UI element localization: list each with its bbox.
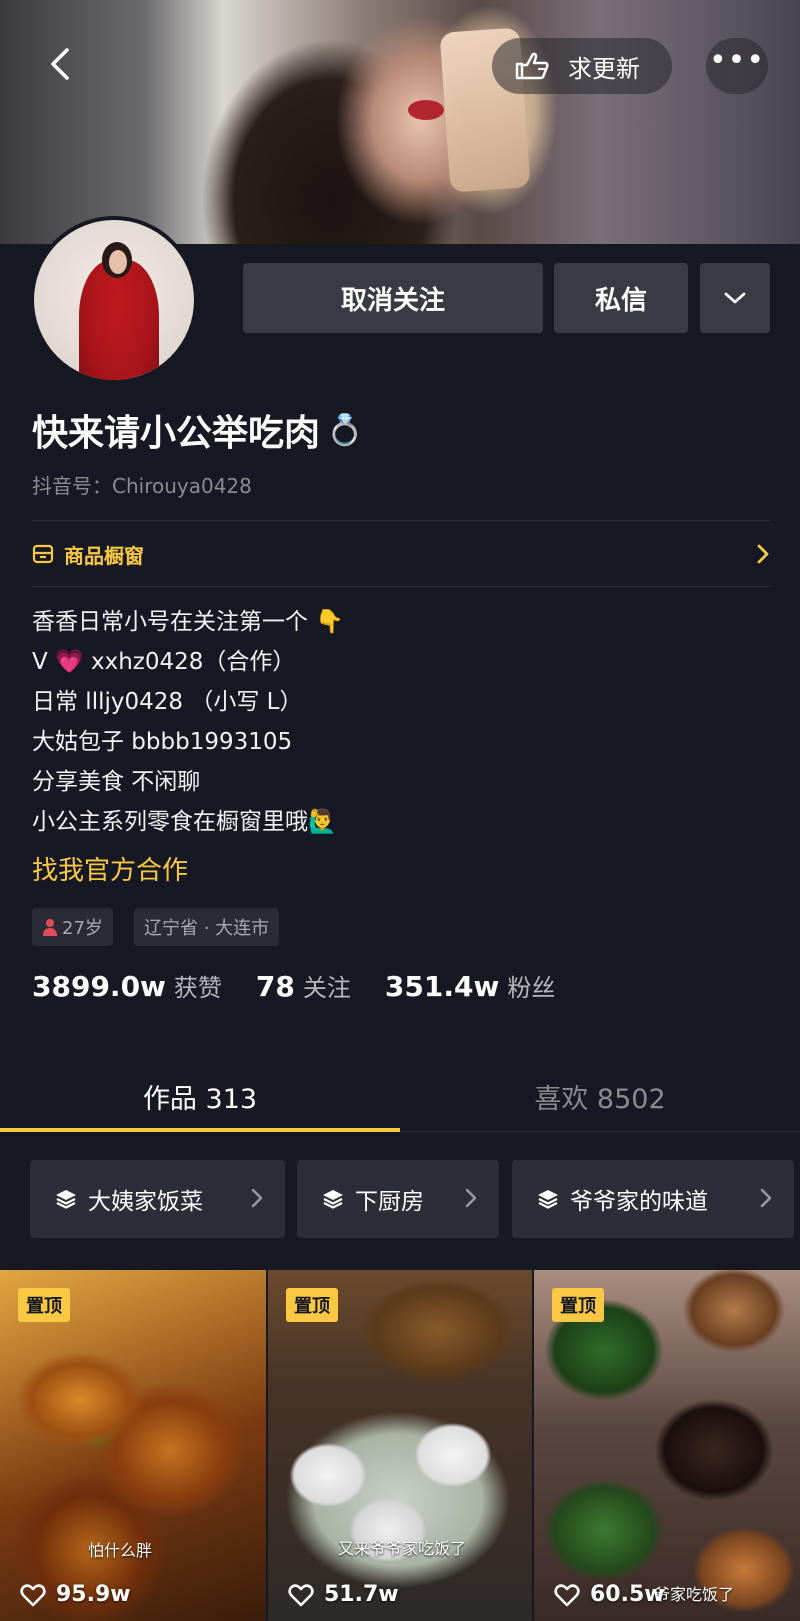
video-caption: 又来爷爷家吃饭了 bbox=[338, 1539, 467, 1558]
video-thumbnail[interactable]: 置顶 爷家吃饭了 60.5w bbox=[534, 1270, 800, 1621]
video-likes: 95.9w bbox=[20, 1582, 131, 1607]
person-icon bbox=[43, 919, 57, 936]
location-tag: 辽宁省 · 大连市 bbox=[134, 908, 280, 946]
unfollow-label: 取消关注 bbox=[340, 285, 445, 316]
collection-item[interactable]: 爷爷家的味道 bbox=[512, 1160, 794, 1238]
chevron-right-icon bbox=[251, 1188, 263, 1208]
age-tag: 27岁 bbox=[32, 908, 113, 946]
tab-works[interactable]: 作品 313 bbox=[0, 1062, 400, 1130]
collection-item[interactable]: 大姨家饭菜 bbox=[30, 1160, 285, 1238]
more-icon: ••• bbox=[708, 43, 766, 78]
unfollow-button[interactable]: 取消关注 bbox=[243, 263, 543, 333]
video-thumbnail[interactable]: 置顶 又来爷爷家吃饭了 51.7w bbox=[268, 1270, 532, 1621]
likes-count: 95.9w bbox=[56, 1582, 131, 1607]
followers-label[interactable]: 粉丝 bbox=[507, 968, 555, 1003]
profile-stats: 3899.0w 获赞 78 关注 351.4w 粉丝 bbox=[32, 968, 589, 1003]
heart-icon bbox=[288, 1583, 314, 1606]
chevron-right-icon bbox=[760, 1188, 772, 1208]
heart-icon bbox=[554, 1583, 580, 1606]
divider bbox=[32, 586, 770, 587]
pinned-badge: 置顶 bbox=[552, 1288, 604, 1322]
likes-count: 51.7w bbox=[324, 1582, 399, 1607]
heart-icon bbox=[20, 1583, 46, 1606]
bio-line: 大姑包子 bbbb1993105 bbox=[32, 729, 293, 755]
video-likes: 60.5w bbox=[554, 1582, 665, 1607]
more-button[interactable]: ••• bbox=[706, 38, 768, 94]
following-label[interactable]: 关注 bbox=[303, 968, 351, 1003]
content-tabs: 作品 313 喜欢 8502 bbox=[0, 1062, 800, 1132]
shop-window-link[interactable]: 商品橱窗 bbox=[32, 527, 770, 581]
bio-line: 小公主系列零食在橱窗里哦🙋‍♂️ bbox=[32, 809, 337, 835]
message-label: 私信 bbox=[594, 285, 647, 316]
likes-count: 60.5w bbox=[590, 1582, 665, 1607]
likes-label: 获赞 bbox=[173, 974, 222, 1002]
active-tab-indicator bbox=[0, 1128, 400, 1132]
request-update-label: 求更新 bbox=[568, 54, 640, 83]
video-caption: 怕什么胖 bbox=[88, 1541, 153, 1560]
ring-emoji: 💍 bbox=[326, 412, 364, 448]
pinned-badge: 置顶 bbox=[18, 1288, 70, 1322]
location-text: 辽宁省 · 大连市 bbox=[144, 918, 270, 939]
avatar-face bbox=[109, 250, 127, 274]
collection-label: 下厨房 bbox=[355, 1189, 424, 1215]
recommend-dropdown-button[interactable] bbox=[700, 263, 770, 333]
bio-line: 香香日常小号在关注第一个 👇 bbox=[32, 609, 344, 635]
cooperate-link[interactable]: 找我官方合作 bbox=[32, 850, 188, 887]
profile-nickname: 快来请小公举吃肉 💍 bbox=[32, 404, 363, 456]
chevron-right-icon bbox=[757, 544, 769, 564]
divider bbox=[32, 520, 770, 521]
layers-icon bbox=[56, 1190, 76, 1209]
profile-cover-image bbox=[0, 0, 800, 244]
shop-icon bbox=[32, 544, 54, 564]
bio-line: V 💗 xxhz0428（合作） bbox=[32, 649, 296, 675]
layers-icon bbox=[323, 1190, 343, 1209]
chevron-left-icon bbox=[51, 48, 69, 80]
chevron-right-icon bbox=[465, 1188, 477, 1208]
collection-label: 爷爷家的味道 bbox=[570, 1189, 708, 1215]
request-update-button[interactable]: 求更新 bbox=[492, 38, 672, 94]
followers-count[interactable]: 351.4w bbox=[385, 970, 499, 1003]
message-button[interactable]: 私信 bbox=[554, 263, 688, 333]
collections-row: 大姨家饭菜 下厨房 爷爷家的味道 bbox=[30, 1160, 800, 1238]
bio: 香香日常小号在关注第一个 👇 V 💗 xxhz0428（合作） 日常 llljy… bbox=[32, 602, 344, 842]
pointing-hand-icon bbox=[515, 52, 549, 80]
tab-works-label: 作品 313 bbox=[142, 1083, 258, 1115]
avatar[interactable] bbox=[30, 216, 198, 384]
collection-item[interactable]: 下厨房 bbox=[297, 1160, 499, 1238]
bio-line: 日常 llljy0428 （小写 L） bbox=[32, 689, 303, 715]
likes-count: 3899.0w bbox=[32, 970, 166, 1003]
collection-label: 大姨家饭菜 bbox=[88, 1189, 203, 1215]
tab-likes[interactable]: 喜欢 8502 bbox=[400, 1062, 800, 1130]
tab-likes-label: 喜欢 8502 bbox=[534, 1083, 666, 1115]
pinned-badge: 置顶 bbox=[286, 1288, 338, 1322]
chevron-down-icon bbox=[724, 292, 746, 304]
video-caption: 爷家吃饭了 bbox=[654, 1585, 735, 1604]
avatar-figure bbox=[79, 260, 159, 380]
nickname-text: 快来请小公举吃肉 bbox=[32, 413, 321, 454]
bio-line: 分享美食 不闲聊 bbox=[32, 769, 201, 795]
video-thumbnail[interactable]: 置顶 怕什么胖 95.9w bbox=[0, 1270, 266, 1621]
video-likes: 51.7w bbox=[288, 1582, 399, 1607]
shop-label: 商品橱窗 bbox=[64, 543, 144, 568]
douyin-id[interactable]: 抖音号：Chirouya0428 bbox=[32, 470, 252, 499]
following-count[interactable]: 78 bbox=[256, 970, 295, 1003]
back-button[interactable] bbox=[38, 42, 82, 86]
cover-detail bbox=[408, 100, 444, 120]
age-text: 27岁 bbox=[62, 918, 103, 939]
layers-icon bbox=[538, 1190, 558, 1209]
video-grid: 置顶 怕什么胖 95.9w 置顶 又来爷爷家吃饭了 51.7w 置顶 爷家吃饭了… bbox=[0, 1270, 800, 1621]
